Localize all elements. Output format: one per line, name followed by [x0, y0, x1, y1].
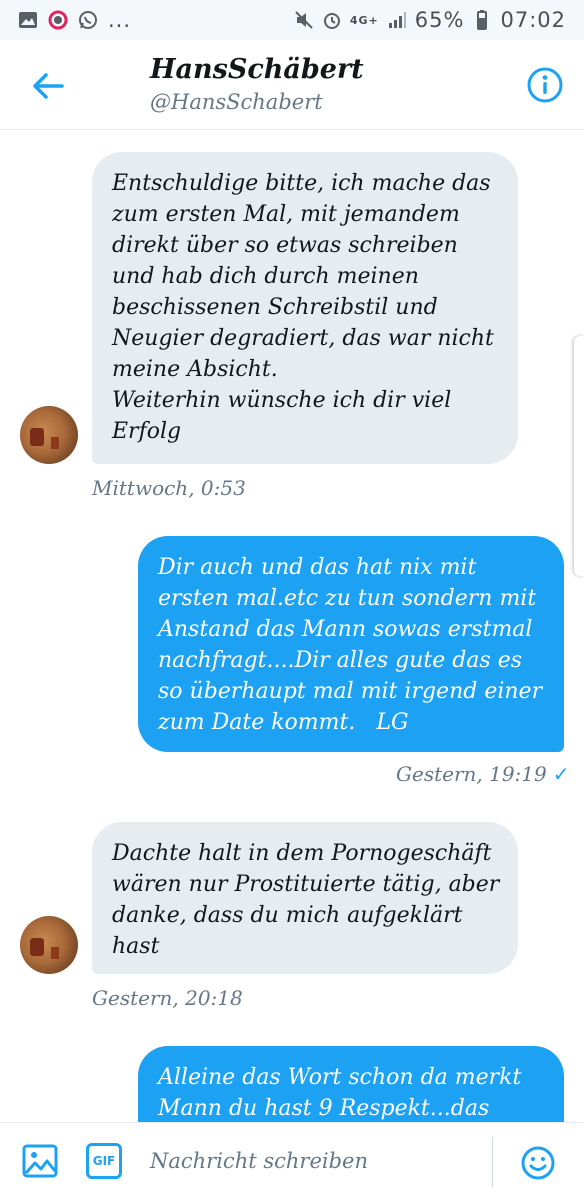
message-line: zum Date kommt. LG: [158, 710, 409, 735]
compose-bar: GIF Nachricht schreiben: [0, 1122, 584, 1200]
avatar[interactable]: [20, 406, 78, 464]
compose-divider: [492, 1137, 493, 1187]
message-input[interactable]: Nachricht schreiben: [150, 1141, 480, 1181]
signal-icon: [388, 12, 406, 28]
message-line: wären nur Prostituierte tätig, aber: [112, 872, 500, 897]
message-meta: Gestern, 19:19 ✓: [396, 762, 570, 786]
message-line: Dir auch und das hat nix mit: [158, 555, 477, 580]
alarm-icon: [323, 13, 340, 29]
message-timestamp: Gestern, 20:18: [92, 986, 243, 1010]
message-timestamp: Gestern, 19:19: [396, 762, 547, 786]
message-bubble-received[interactable]: Entschuldige bitte, ich mache das zum er…: [92, 152, 518, 464]
gif-button[interactable]: GIF: [86, 1143, 122, 1179]
battery-icon: [477, 10, 488, 30]
image-icon: [19, 12, 37, 28]
message-line: hast: [112, 934, 160, 959]
message-line: Erfolg: [112, 419, 182, 444]
message-bubble-received[interactable]: Dachte halt in dem Pornogeschäft wären n…: [92, 822, 518, 974]
status-bar: ... 4G+ 65% 07:02: [0, 0, 584, 40]
circle-app-icon: [48, 10, 68, 30]
contact-handle: @HansSchabert: [150, 90, 323, 114]
message-line: Mann du hast 9 Respekt...das: [158, 1096, 490, 1121]
message-line: meine Absicht.: [112, 357, 278, 382]
message-line: zum ersten Mal, mit jemandem: [112, 202, 460, 227]
battery-percent: 65%: [414, 8, 465, 32]
mute-icon: [295, 11, 313, 29]
network-type: 4G+: [349, 13, 379, 27]
message-timestamp: Mittwoch, 0:53: [92, 476, 246, 500]
status-more: ...: [108, 8, 132, 32]
message-line: Alleine das Wort schon da merkt: [158, 1065, 522, 1090]
info-icon[interactable]: [526, 66, 564, 104]
message-line: beschissenen Schreibstil und: [112, 295, 438, 320]
message-line: Entschuldige bitte, ich mache das: [112, 171, 491, 196]
message-line: nachfragt....Dir alles gute das es: [158, 648, 523, 673]
message-bubble-sent[interactable]: Dir auch und das hat nix mit ersten mal.…: [138, 536, 564, 752]
clock: 07:02: [500, 8, 566, 32]
message-line: danke, dass du mich aufgeklärt: [112, 903, 463, 928]
back-arrow-icon[interactable]: [28, 66, 68, 106]
message-line: und hab dich durch meinen: [112, 264, 419, 289]
message-line: direkt über so etwas schreiben: [112, 233, 458, 258]
conversation-header: HansSchäbert @HansSchabert: [0, 40, 584, 130]
message-line: Anstand das Mann sowas erstmal: [158, 617, 533, 642]
message-line: Weiterhin wünsche ich dir viel: [112, 388, 452, 413]
message-line: Neugier degradiert, das war nicht: [112, 326, 494, 351]
contact-name: HansSchäbert: [150, 54, 364, 85]
avatar[interactable]: [20, 916, 78, 974]
image-attach-icon[interactable]: [22, 1143, 58, 1179]
whatsapp-icon: [79, 11, 97, 29]
message-line: ersten mal.etc zu tun sondern mit: [158, 586, 537, 611]
scrollbar-handle[interactable]: [574, 336, 584, 576]
message-line: so überhaupt mal mit irgend einer: [158, 679, 543, 704]
message-line: Dachte halt in dem Pornogeschäft: [112, 841, 492, 866]
emoji-icon[interactable]: [520, 1145, 556, 1181]
sent-check-icon: ✓: [552, 762, 570, 786]
